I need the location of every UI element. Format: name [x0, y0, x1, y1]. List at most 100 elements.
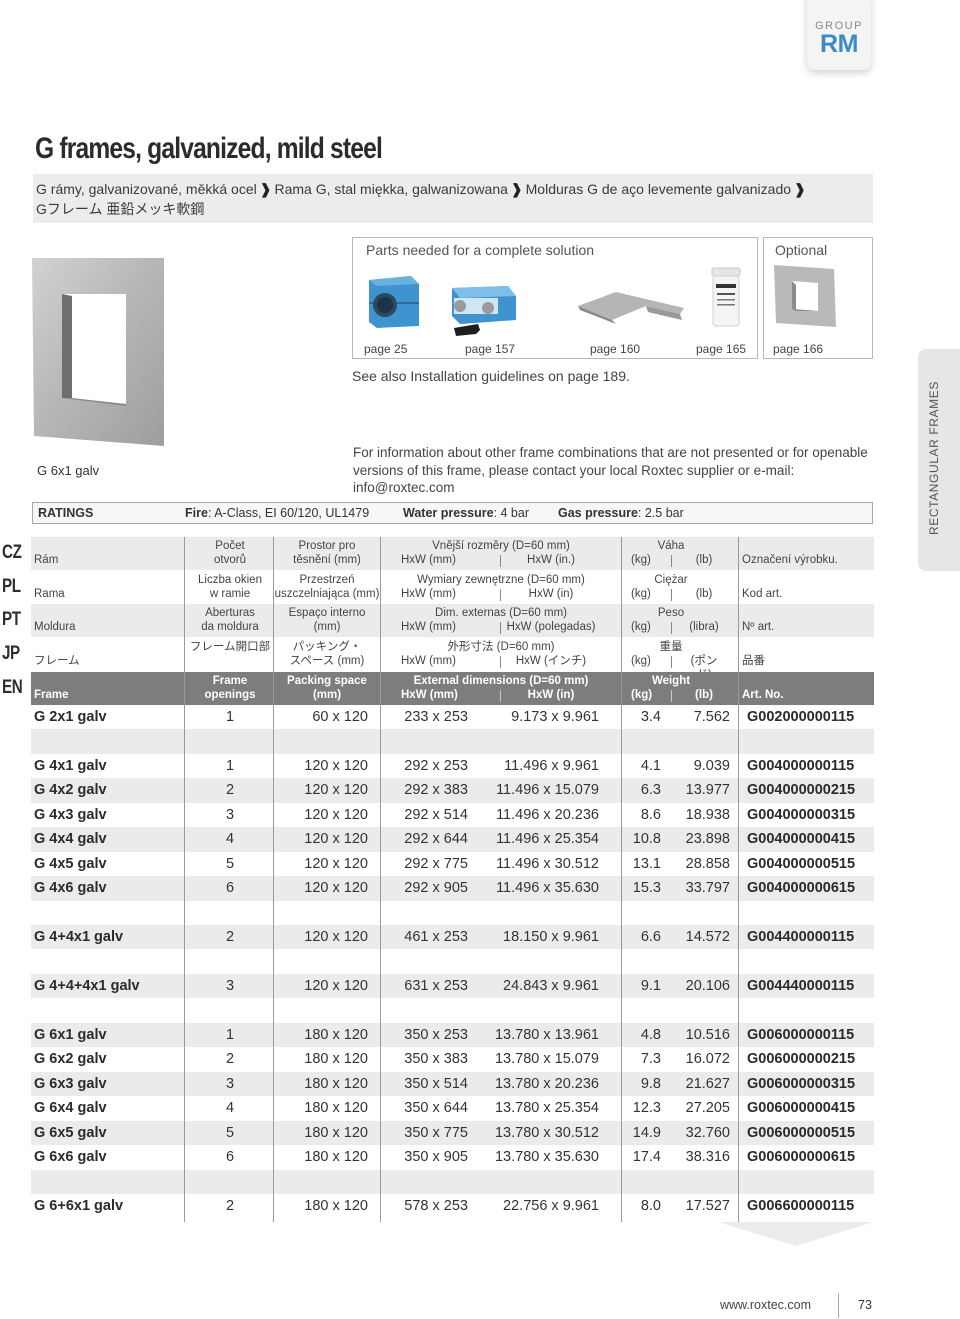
article-number[interactable]: G006000000515 — [747, 1125, 855, 1141]
article-number[interactable]: G006000000615 — [747, 1149, 855, 1165]
frame-name: G 6x1 galv — [34, 1026, 107, 1043]
weight-kg: 6.6 — [640, 929, 661, 946]
packing-space: 120 x 120 — [304, 782, 368, 799]
external-dim-in: 24.843 x 9.961 — [503, 977, 599, 994]
header-row-cz: Rám Počet otvorů Prostor pro těsnění (mm) Vně… — [31, 537, 874, 570]
external-dim-in: 13.780 x 13.961 — [494, 1026, 599, 1043]
frame-name: G 4x6 galv — [34, 880, 107, 897]
header-openings: フレーム開口部 — [189, 641, 271, 653]
lang-code-pt: PT — [2, 609, 21, 630]
part-page-link[interactable]: page 25 — [364, 342, 407, 356]
table-spacer-row — [31, 901, 874, 925]
article-number[interactable]: G004000000315 — [747, 807, 855, 823]
article-number[interactable]: G006000000115 — [747, 1027, 854, 1043]
table-row: G 4x6 galv 6 120 x 120 292 x 905 11.496 x 35… — [31, 876, 874, 901]
frame-openings: 4 — [225, 1100, 235, 1117]
article-number[interactable]: G006000000315 — [747, 1076, 855, 1092]
water-pressure-label: Water pressure — [403, 506, 494, 520]
external-dim-mm: 350 x 514 — [404, 1075, 468, 1092]
footer-website-link[interactable]: www.roxtec.com — [720, 1298, 811, 1312]
article-number[interactable]: G004440000115 — [747, 978, 854, 994]
frame-openings: 1 — [225, 709, 235, 725]
frame-openings: 6 — [225, 880, 235, 897]
optional-page-link[interactable]: page 166 — [773, 342, 823, 356]
packing-space: 180 x 120 — [304, 1124, 368, 1141]
external-dim-mm: 350 x 644 — [404, 1100, 468, 1117]
part-page-link[interactable]: page 160 — [590, 342, 640, 356]
lubricant-jar-icon[interactable] — [710, 266, 742, 333]
table-row: G 4x3 galv 3 120 x 120 292 x 514 11.496 x 20… — [31, 803, 874, 827]
header-hxw-mm: HxW (mm) — [401, 588, 456, 600]
article-number[interactable]: G004000000415 — [747, 831, 855, 847]
packing-space: 120 x 120 — [304, 806, 368, 823]
article-number[interactable]: G006000000215 — [747, 1051, 855, 1067]
article-number[interactable]: G004000000215 — [747, 782, 855, 798]
article-number[interactable]: G006600000115 — [747, 1198, 854, 1214]
header-subdivider — [671, 656, 672, 668]
part-page-link[interactable]: page 157 — [465, 342, 515, 356]
weight-kg: 10.8 — [632, 831, 661, 848]
header-packing-space: Przestrzeń uszczelniająca (mm) — [274, 574, 380, 600]
frame-name: G 4x1 galv — [34, 757, 107, 774]
header-weight: Ciężar — [654, 574, 688, 586]
optional-box: Optional page 166 — [763, 237, 873, 359]
header-frame: Rám — [34, 554, 59, 566]
table-spacer-row — [31, 950, 874, 974]
stayplate-icon[interactable] — [576, 288, 688, 333]
weight-lb: 7.562 — [693, 709, 730, 725]
header-lb: (libra) — [689, 621, 719, 633]
footer-divider — [838, 1293, 839, 1318]
lang-code-jp: JP — [2, 643, 20, 664]
header-frame: Moldura — [34, 621, 76, 633]
frame-openings: 2 — [225, 1051, 235, 1068]
weight-kg: 14.9 — [632, 1124, 661, 1141]
packing-space: 180 x 120 — [304, 1100, 368, 1117]
frame-openings: 6 — [225, 1149, 235, 1166]
table-row: G 6x1 galv 1 180 x 120 350 x 253 13.780 x 13… — [31, 1022, 874, 1048]
weight-kg: 9.1 — [640, 977, 661, 994]
translated-subtitle: G rámy, galvanizované, měkká ocel ❱ Rama G… — [33, 174, 873, 223]
frame-openings: 5 — [225, 1124, 235, 1141]
parts-needed-box: Parts needed for a complete solution pag… — [352, 237, 758, 359]
external-dim-in: 11.496 x 30.512 — [496, 855, 599, 872]
packing-space: 120 x 120 — [304, 880, 368, 897]
part-page-link[interactable]: page 165 — [696, 342, 746, 356]
header-art-no: Nº art. — [742, 621, 775, 633]
article-number[interactable]: G004000000615 — [747, 880, 855, 896]
weight-kg: 13.1 — [632, 855, 661, 872]
article-number[interactable]: G002000000115 — [747, 709, 854, 725]
external-dim-mm: 350 x 775 — [404, 1124, 468, 1141]
external-dim-in: 13.780 x 30.512 — [494, 1124, 599, 1141]
external-dim-in: 11.496 x 9.961 — [504, 757, 599, 774]
article-number[interactable]: G004000000515 — [747, 856, 855, 872]
subtitle-pl: Rama G, stal miękka, galwanizowana — [274, 181, 508, 197]
frame-name: G 4x5 galv — [34, 855, 107, 872]
header-frame: Frame — [34, 689, 69, 701]
frame-openings: 3 — [225, 1075, 235, 1092]
weight-kg: 12.3 — [632, 1100, 661, 1117]
water-pressure-value: : 4 bar — [493, 506, 529, 520]
header-subdivider — [500, 589, 501, 601]
fire-label: Fire — [185, 506, 208, 520]
header-art-no: Kod art. — [742, 588, 783, 600]
weld-frame-icon[interactable] — [772, 263, 840, 336]
external-dim-in: 18.150 x 9.961 — [503, 929, 599, 946]
blue-compression-unit-icon[interactable] — [448, 278, 518, 347]
column-divider — [738, 537, 739, 1222]
external-dim-mm: 578 x 253 — [404, 1198, 468, 1214]
external-dim-mm: 350 x 905 — [404, 1149, 468, 1166]
header-art-no: 品番 — [742, 655, 765, 667]
packing-space: 120 x 120 — [304, 831, 368, 848]
header-kg: (kg) — [631, 621, 651, 633]
blue-block-module-icon[interactable] — [365, 272, 421, 335]
ratings-bar: RATINGS Fire: A-Class, EI 60/120, UL1479… — [32, 502, 873, 524]
weight-kg: 8.6 — [640, 806, 661, 823]
ratings-label: RATINGS — [38, 506, 94, 520]
header-kg: (kg) — [631, 588, 651, 600]
article-number[interactable]: G004000000115 — [747, 758, 854, 774]
article-number[interactable]: G006000000415 — [747, 1100, 855, 1116]
gas-pressure-value: : 2.5 bar — [637, 506, 684, 520]
header-lb: (lb) — [695, 689, 713, 701]
external-dim-in: 13.780 x 20.236 — [494, 1075, 599, 1092]
article-number[interactable]: G004400000115 — [747, 929, 854, 945]
